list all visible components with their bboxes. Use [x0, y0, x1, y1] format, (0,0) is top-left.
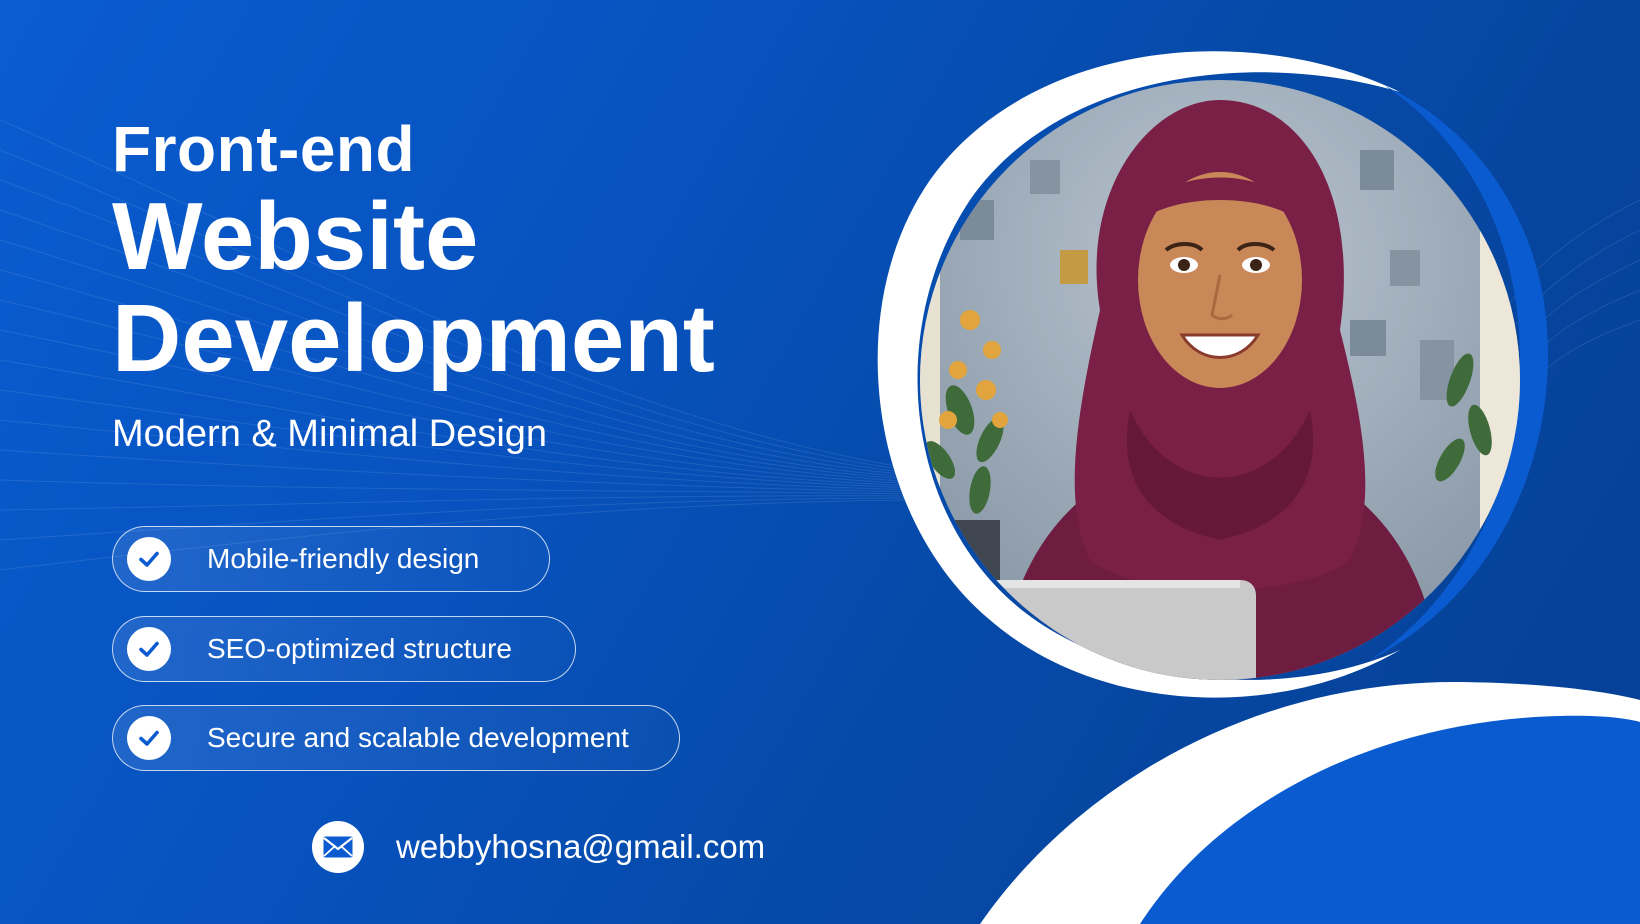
portrait-illustration — [920, 80, 1520, 680]
woman-with-laptop-illustration — [920, 100, 1520, 680]
